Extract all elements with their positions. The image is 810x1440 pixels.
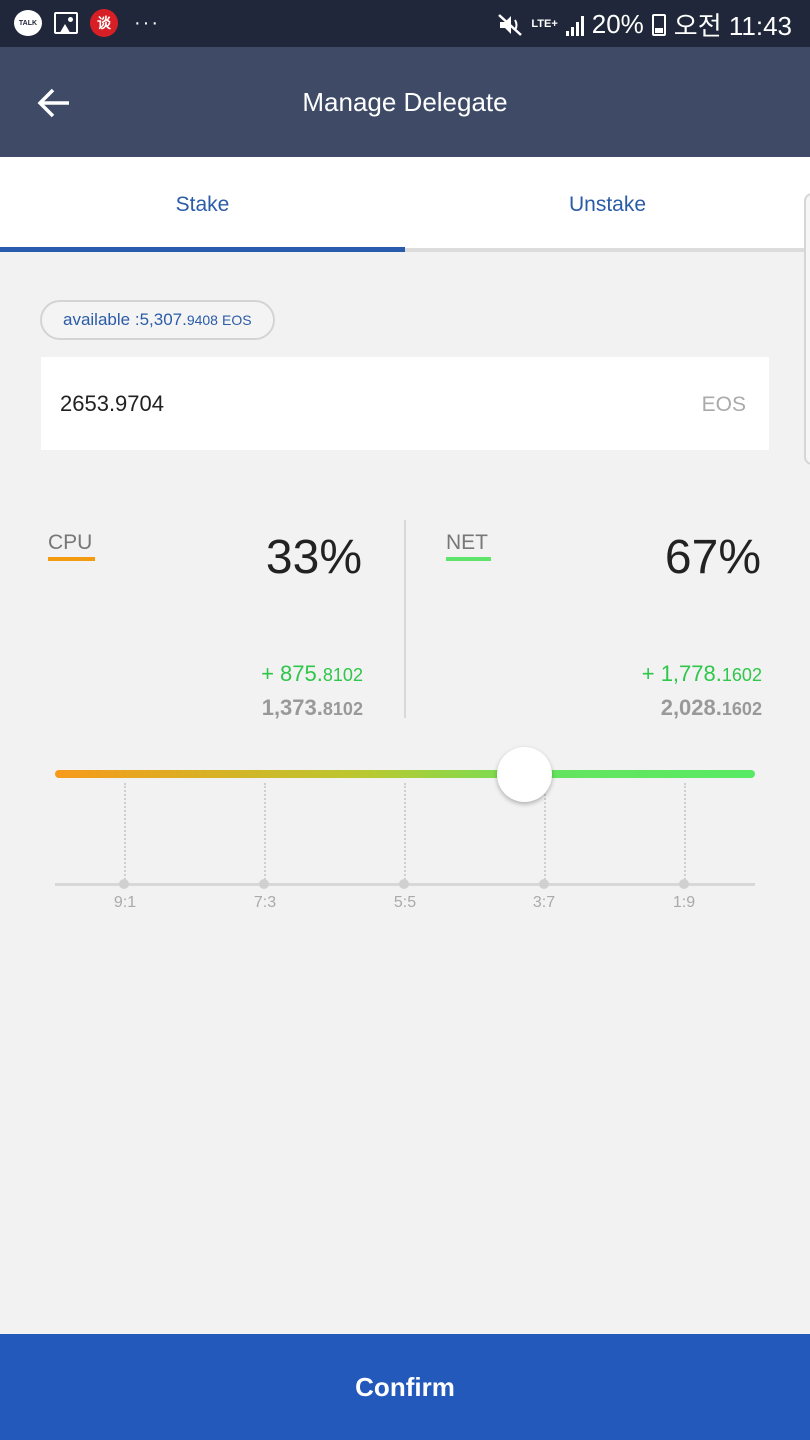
tick-label: 7:3 <box>253 894 277 911</box>
clock: 오전 11:43 <box>673 11 792 41</box>
chat-app-glyph: 谈 <box>97 16 111 32</box>
system-icons: LTE+ 20% 오전 11:43 <box>497 6 792 43</box>
app-bar: Manage Delegate <box>0 47 810 157</box>
available-balance-badge: available : 5,307. 9408 EOS <box>40 300 275 340</box>
battery-icon <box>651 13 666 36</box>
tick-label: 5:5 <box>393 894 417 911</box>
tick-dot[interactable] <box>119 879 129 889</box>
amount-unit: EOS <box>701 393 746 416</box>
cpu-total-whole: 1,373. <box>261 695 323 720</box>
net-label: NET <box>446 531 488 554</box>
tab-unstake[interactable]: Unstake <box>405 157 810 252</box>
cpu-total-amount: 1,373.8102 <box>262 695 363 721</box>
tick-label: 1:9 <box>672 894 696 911</box>
cpu-color-marker <box>48 557 95 561</box>
net-added-decimal: 1602 <box>721 665 762 685</box>
status-bar: TALK 谈 ··· LTE+ 20% 오전 11:43 <box>0 0 810 47</box>
more-notifications-icon: ··· <box>134 11 160 34</box>
network-type: LTE+ <box>531 18 558 30</box>
tick-label: 9:1 <box>113 894 137 911</box>
page-title: Manage Delegate <box>302 87 508 117</box>
allocation-divider <box>404 520 406 718</box>
net-percent: 67% <box>664 531 761 584</box>
net-total-decimal: 1602 <box>721 699 762 719</box>
allocation-slider-track[interactable] <box>55 770 755 778</box>
available-prefix: available : <box>63 310 140 329</box>
cpu-label: CPU <box>48 531 93 554</box>
net-total-amount: 2,028.1602 <box>661 695 762 721</box>
gallery-icon <box>54 12 78 34</box>
net-total-whole: 2,028. <box>660 695 722 720</box>
available-whole: 5,307. <box>139 310 187 329</box>
available-unit: EOS <box>221 312 252 328</box>
tab-stake[interactable]: Stake <box>0 157 405 252</box>
tick-dot[interactable] <box>399 879 409 889</box>
cpu-percent: 33% <box>265 531 362 584</box>
confirm-button[interactable]: Confirm <box>0 1334 810 1440</box>
tick-guide <box>684 783 686 883</box>
tick-guide <box>544 783 546 883</box>
cpu-added-decimal: 8102 <box>322 665 363 685</box>
tab-active-indicator <box>0 247 405 252</box>
tick-dot[interactable] <box>679 879 689 889</box>
cpu-added-whole: + 875. <box>261 661 323 686</box>
battery-percent: 20% <box>591 9 644 39</box>
kakaotalk-icon: TALK <box>14 10 42 36</box>
cpu-total-decimal: 8102 <box>322 699 363 719</box>
tick-dot[interactable] <box>259 879 269 889</box>
overscroll-edge <box>804 193 810 465</box>
available-decimal: 9408 <box>186 312 218 328</box>
net-added-whole: + 1,778. <box>641 661 722 686</box>
tick-label: 3:7 <box>532 894 556 911</box>
allocation-slider-thumb[interactable] <box>496 747 552 802</box>
tick-guide <box>264 783 266 883</box>
mute-icon <box>498 13 523 36</box>
cpu-added-amount: + 875.8102 <box>261 661 363 687</box>
talk-label: TALK <box>18 19 38 27</box>
chat-app-icon: 谈 <box>90 9 118 37</box>
notification-icons: TALK 谈 ··· <box>14 9 160 37</box>
tick-dot[interactable] <box>539 879 549 889</box>
amount-field: EOS <box>41 357 769 450</box>
tick-guide <box>124 783 126 883</box>
net-color-marker <box>446 557 491 561</box>
tab-bar: Stake Unstake <box>0 157 810 252</box>
amount-input[interactable] <box>60 357 660 450</box>
tick-guide <box>404 783 406 883</box>
net-added-amount: + 1,778.1602 <box>642 661 762 687</box>
signal-icon <box>565 14 584 36</box>
